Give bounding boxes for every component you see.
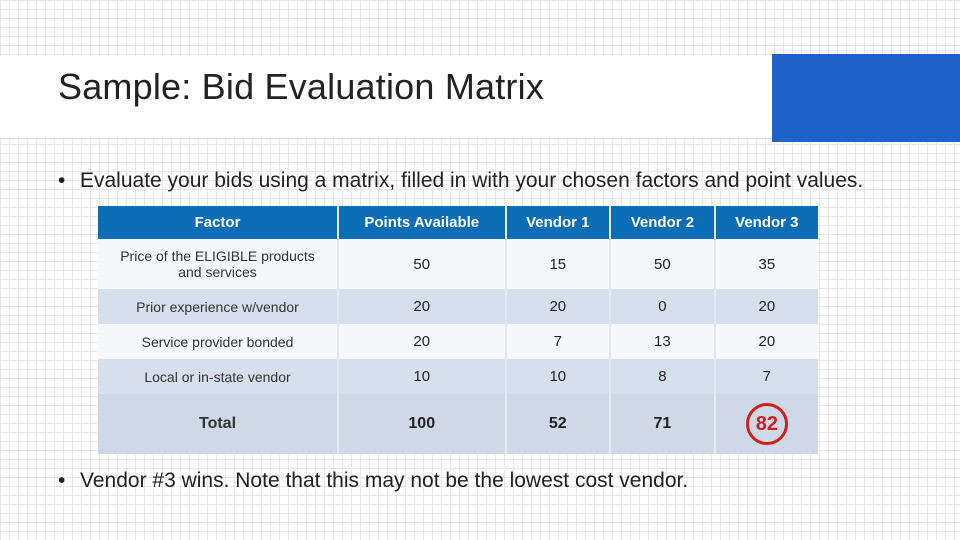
bullet-intro-text: Evaluate your bids using a matrix, fille… (80, 168, 924, 194)
accent-box (772, 54, 960, 142)
cell-total-label: Total (98, 394, 338, 454)
content-area: • Evaluate your bids using a matrix, fil… (58, 168, 924, 507)
bullet-conclusion-text: Vendor #3 wins. Note that this may not b… (80, 468, 924, 494)
col-vendor3: Vendor 3 (715, 206, 818, 239)
table-header-row: Factor Points Available Vendor 1 Vendor … (98, 206, 818, 239)
cell-v1: 20 (506, 289, 611, 324)
bullet-conclusion: • Vendor #3 wins. Note that this may not… (58, 468, 924, 494)
cell-factor: Prior experience w/vendor (98, 289, 338, 324)
col-vendor1: Vendor 1 (506, 206, 611, 239)
col-factor: Factor (98, 206, 338, 239)
cell-v3: 20 (715, 324, 818, 359)
cell-points: 10 (338, 359, 506, 394)
bullet-dot-icon: • (58, 468, 80, 494)
winner-circle-icon: 82 (746, 403, 788, 445)
table-row: Service provider bonded 20 7 13 20 (98, 324, 818, 359)
col-points: Points Available (338, 206, 506, 239)
slide-title: Sample: Bid Evaluation Matrix (58, 66, 544, 108)
cell-v2: 8 (610, 359, 715, 394)
cell-factor: Price of the ELIGIBLE products and servi… (98, 239, 338, 289)
bullet-dot-icon: • (58, 168, 80, 194)
cell-total-v3-winner: 82 (715, 394, 818, 454)
cell-total-points: 100 (338, 394, 506, 454)
table-row-total: Total 100 52 71 82 (98, 394, 818, 454)
matrix-table: Factor Points Available Vendor 1 Vendor … (98, 206, 818, 454)
cell-v2: 0 (610, 289, 715, 324)
slide: Sample: Bid Evaluation Matrix • Evaluate… (0, 0, 960, 540)
cell-points: 20 (338, 289, 506, 324)
cell-factor: Service provider bonded (98, 324, 338, 359)
table-row: Local or in-state vendor 10 10 8 7 (98, 359, 818, 394)
col-vendor2: Vendor 2 (610, 206, 715, 239)
table-row: Prior experience w/vendor 20 20 0 20 (98, 289, 818, 324)
cell-factor: Local or in-state vendor (98, 359, 338, 394)
cell-v1: 10 (506, 359, 611, 394)
cell-v3: 7 (715, 359, 818, 394)
cell-points: 20 (338, 324, 506, 359)
cell-v1: 7 (506, 324, 611, 359)
bullet-intro: • Evaluate your bids using a matrix, fil… (58, 168, 924, 194)
cell-points: 50 (338, 239, 506, 289)
cell-v3: 20 (715, 289, 818, 324)
cell-v1: 15 (506, 239, 611, 289)
cell-v2: 13 (610, 324, 715, 359)
cell-v3: 35 (715, 239, 818, 289)
cell-total-v2: 71 (610, 394, 715, 454)
table-row: Price of the ELIGIBLE products and servi… (98, 239, 818, 289)
cell-total-v1: 52 (506, 394, 611, 454)
matrix-table-wrap: Factor Points Available Vendor 1 Vendor … (98, 206, 818, 454)
cell-v2: 50 (610, 239, 715, 289)
